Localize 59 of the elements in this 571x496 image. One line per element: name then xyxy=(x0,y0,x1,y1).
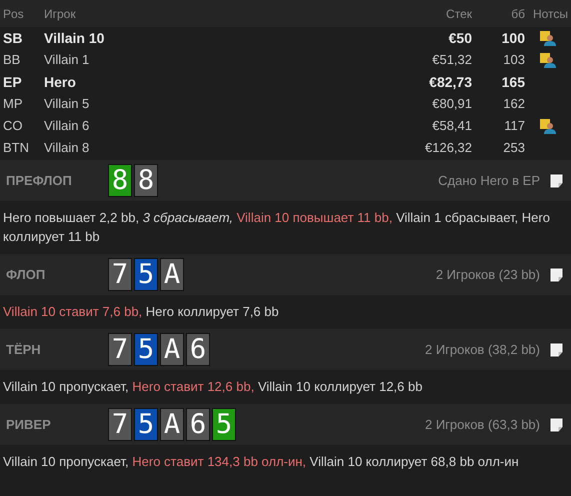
action-text: Villain 10 пропускает, Hero ставит 12,6 bb, Villain 10 коллирует 12,6 bb xyxy=(2,378,424,396)
table-cell: 117 xyxy=(504,118,525,134)
street-summary: 2 Игроков (38,2 bb) xyxy=(424,340,540,359)
table-cell: BTN xyxy=(3,140,29,156)
table-cell: €58,41 xyxy=(432,118,472,134)
table-cell: €126,32 xyxy=(425,140,472,156)
table-cell: Hero xyxy=(44,74,76,90)
playing-card: A xyxy=(160,408,184,441)
column-header: Pos xyxy=(3,6,24,20)
playing-card: 5 xyxy=(212,408,236,441)
table-cell: MP xyxy=(3,96,22,112)
playing-card: A xyxy=(160,258,184,291)
street-label: ТЁРН xyxy=(6,340,42,359)
table-cell: 253 xyxy=(503,140,525,156)
table-cell: €82,73 xyxy=(429,74,472,90)
playing-card: 6 xyxy=(186,408,210,441)
playing-card: 5 xyxy=(134,258,158,291)
table-cell: 162 xyxy=(503,96,525,112)
table-cell: €80,91 xyxy=(432,96,472,112)
action-text: Hero повышает 2,2 bb, 3 сбрасывает, Villain 10 повышает 11 bb, Villain 1 сбрасывает, Hero коллирует 11 bb xyxy=(2,209,551,246)
action-text: Villain 10 пропускает, Hero ставит 134,3 bb олл-ин, Villain 10 коллирует 68,8 bb олл-ин xyxy=(2,453,520,471)
street-label: ФЛОП xyxy=(6,266,46,284)
column-header: Стек xyxy=(446,6,472,20)
playing-card: 7 xyxy=(108,333,132,366)
table-cell: EP xyxy=(3,74,22,90)
note-icon xyxy=(550,174,563,188)
playing-card: 5 xyxy=(134,333,158,366)
table-cell: 103 xyxy=(503,52,525,68)
action-text: Villain 10 ставит 7,6 bb, Hero коллирует 7,6 bb xyxy=(2,303,280,321)
playing-card: 7 xyxy=(108,408,132,441)
note-icon xyxy=(550,418,563,432)
street-label: ПРЕФЛОП xyxy=(6,172,73,190)
table-cell: Villain 6 xyxy=(44,118,90,134)
table-cell: €51,32 xyxy=(432,52,472,68)
playing-card: 6 xyxy=(186,333,210,366)
street-summary: 2 Игроков (23 bb) xyxy=(436,266,540,284)
table-cell: €50 xyxy=(448,30,472,46)
street-label: РИВЕР xyxy=(6,416,52,434)
table-cell: CO xyxy=(3,118,22,134)
table-cell: BB xyxy=(3,52,20,68)
note-icon xyxy=(550,268,563,282)
table-cell: 165 xyxy=(502,74,525,90)
note-icon xyxy=(550,342,563,356)
playing-card: 7 xyxy=(108,258,132,291)
column-header: Нотсы xyxy=(532,6,568,20)
table-cell: Villain 8 xyxy=(44,140,90,156)
column-header: Игрок xyxy=(44,6,76,20)
column-header: бб xyxy=(511,6,525,20)
table-cell: Villain 5 xyxy=(44,96,90,112)
table-cell: SB xyxy=(3,30,22,46)
street-summary: Сдано Hero в EP xyxy=(438,172,540,190)
table-cell: Villain 10 xyxy=(44,30,104,46)
playing-card: 8 xyxy=(108,164,132,197)
table-cell: Villain 1 xyxy=(44,52,90,68)
playing-card: 5 xyxy=(134,408,158,441)
street-summary: 2 Игроков (63,3 bb) xyxy=(424,416,540,434)
playing-card: 8 xyxy=(134,164,158,197)
playing-card: A xyxy=(160,333,184,366)
table-cell: 100 xyxy=(502,30,525,46)
